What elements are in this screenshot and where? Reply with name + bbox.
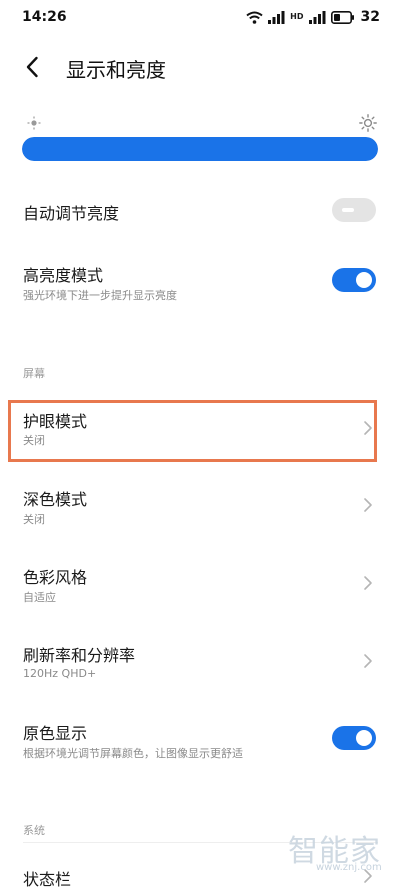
battery-level: 32 [360,9,380,25]
high-brightness-toggle[interactable] [332,268,376,292]
true-tone-row[interactable]: 原色显示 根据环境光调节屏幕颜色，让图像显示更舒适 [0,716,400,766]
section-label-screen: 屏幕 [23,367,45,380]
color-style-row[interactable]: 色彩风格 自适应 [0,560,400,610]
signal-icon [268,10,285,24]
chevron-right-icon [364,654,372,668]
chevron-right-icon [364,498,372,512]
refresh-rate-label: 刷新率和分辨率 [23,646,136,665]
auto-brightness-label: 自动调节亮度 [23,204,120,223]
true-tone-toggle[interactable] [332,726,376,750]
status-bar: 14:26 HD 32 [0,0,400,36]
sun-small-icon [27,116,41,130]
dark-mode-label: 深色模式 [23,490,88,509]
auto-brightness-toggle[interactable] [332,198,376,222]
status-bar-label: 状态栏 [23,870,72,889]
sun-large-icon [359,114,377,132]
battery-icon [330,10,354,24]
high-brightness-label: 高亮度模式 [23,266,104,285]
status-icons: HD 32 [246,9,380,25]
chevron-right-icon [364,576,372,590]
toggle-knob [356,272,372,288]
signal-icon-2 [308,10,326,24]
color-style-label: 色彩风格 [23,568,88,587]
dark-mode-row[interactable]: 深色模式 关闭 [0,482,400,532]
brightness-slider[interactable] [22,137,378,161]
true-tone-label: 原色显示 [23,724,88,743]
back-button[interactable] [18,53,46,81]
watermark-url: www.znj.com [316,862,382,873]
true-tone-subtitle: 根据环境光调节屏幕颜色，让图像显示更舒适 [23,747,243,760]
section-label-system: 系统 [23,824,45,837]
refresh-rate-value: 120Hz QHD+ [23,667,97,680]
chevron-left-icon [26,56,38,78]
high-brightness-subtitle: 强光环境下进一步提升显示亮度 [23,289,177,302]
page-title: 显示和亮度 [66,58,166,82]
highlight-box [8,400,377,462]
refresh-rate-row[interactable]: 刷新率和分辨率 120Hz QHD+ [0,638,400,688]
wifi-icon [246,11,263,24]
high-brightness-row[interactable]: 高亮度模式 强光环境下进一步提升显示亮度 [0,256,400,306]
auto-brightness-row[interactable]: 自动调节亮度 [0,190,400,230]
brightness-fill [22,137,378,161]
status-time: 14:26 [22,9,67,25]
color-style-value: 自适应 [23,591,56,604]
toggle-knob [356,730,372,746]
hd-badge: HD [290,12,304,21]
toggle-knob [342,208,354,212]
page-header: 显示和亮度 [0,45,400,89]
dark-mode-status: 关闭 [23,513,45,526]
